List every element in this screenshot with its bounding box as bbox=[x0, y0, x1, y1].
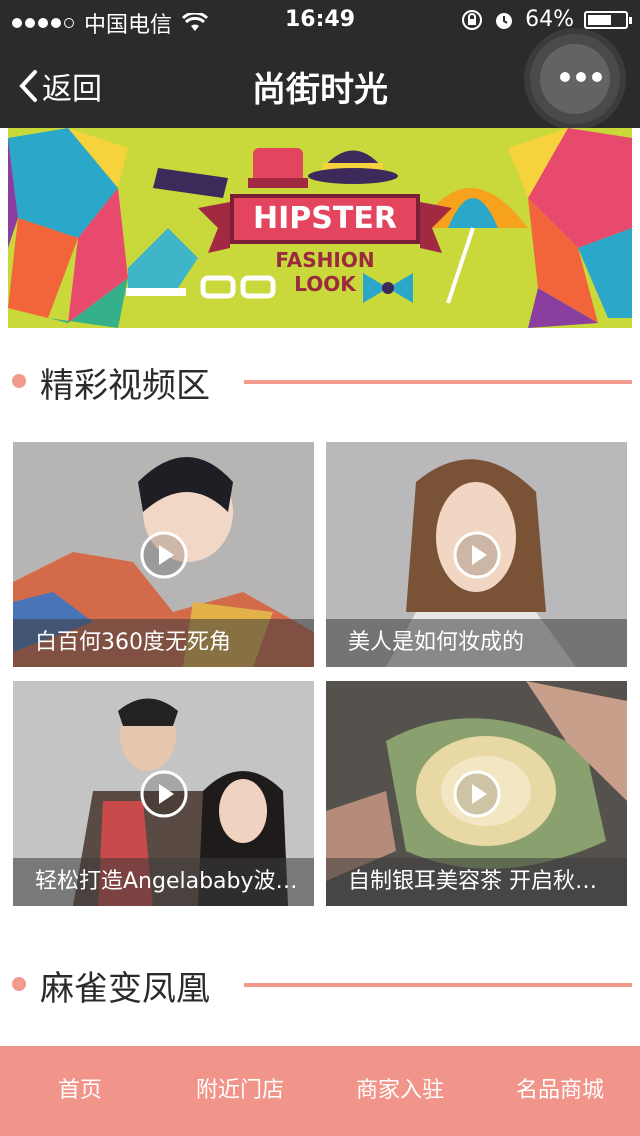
battery-icon bbox=[584, 10, 632, 29]
video-caption: 美人是如何妆成的 bbox=[326, 619, 627, 667]
banner-subtitle-line1: FASHION bbox=[275, 248, 375, 272]
section-header-videos: 精彩视频区 bbox=[0, 352, 640, 408]
section-divider bbox=[244, 380, 632, 384]
tab-merchant-join[interactable]: 商家入驻 bbox=[320, 1046, 480, 1136]
more-menu-button[interactable] bbox=[530, 34, 620, 124]
section-title: 麻雀变凤凰 bbox=[40, 969, 210, 1009]
banner-subtitle: FASHION LOOK bbox=[270, 248, 380, 296]
section-bullet-icon bbox=[12, 977, 26, 991]
rotation-lock-icon bbox=[462, 9, 483, 30]
section-divider bbox=[244, 983, 632, 987]
video-card[interactable]: 自制银耳美容茶 开启秋… bbox=[326, 681, 627, 906]
video-caption: 自制银耳美容茶 开启秋… bbox=[326, 858, 627, 906]
status-right: 64% bbox=[461, 7, 632, 32]
battery-percent: 64% bbox=[525, 7, 574, 32]
alarm-icon bbox=[496, 12, 513, 29]
tab-brand-mall[interactable]: 名品商城 bbox=[480, 1046, 640, 1136]
video-card[interactable]: 白百何360度无死角 bbox=[13, 442, 314, 667]
banner-subtitle-line2: LOOK bbox=[294, 272, 356, 296]
section-header-makeover: 麻雀变凤凰 bbox=[0, 955, 640, 1011]
more-dots-icon bbox=[560, 72, 602, 82]
video-caption: 白百何360度无死角 bbox=[13, 619, 314, 667]
tab-home[interactable]: 首页 bbox=[0, 1046, 160, 1136]
bottom-tab-bar: 首页 附近门店 商家入驻 名品商城 bbox=[0, 1046, 640, 1136]
section-bullet-icon bbox=[12, 374, 26, 388]
promo-banner[interactable]: HIPSTER FASHION LOOK bbox=[0, 128, 640, 328]
status-bar: 中国电信 16:49 64% bbox=[0, 0, 640, 40]
banner-image: HIPSTER FASHION LOOK bbox=[8, 128, 632, 328]
section-title: 精彩视频区 bbox=[40, 366, 210, 406]
nav-bar: 返回 尚街时光 bbox=[0, 34, 640, 128]
play-icon bbox=[140, 531, 187, 578]
video-caption: 轻松打造Angelababy波… bbox=[13, 858, 314, 906]
tab-nearby-stores[interactable]: 附近门店 bbox=[160, 1046, 320, 1136]
play-icon bbox=[453, 531, 500, 578]
play-icon bbox=[453, 770, 500, 817]
video-card[interactable]: 轻松打造Angelababy波… bbox=[13, 681, 314, 906]
video-card[interactable]: 美人是如何妆成的 bbox=[326, 442, 627, 667]
banner-title: HIPSTER bbox=[230, 194, 420, 244]
play-icon bbox=[140, 770, 187, 817]
